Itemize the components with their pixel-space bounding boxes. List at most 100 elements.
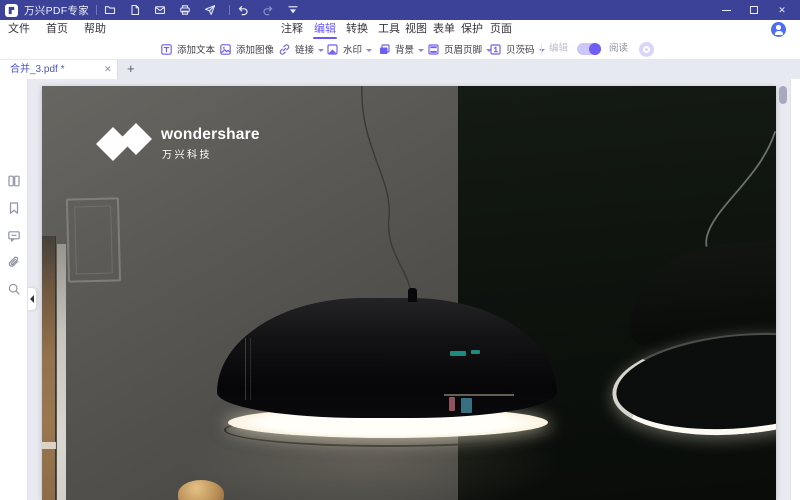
envelope-icon [154, 4, 166, 16]
search-icon [7, 282, 21, 296]
edit-toolbar: 添加文本 添加图像 链接 水印 背景 页眉页脚 贝茨码 编辑 阅读 [0, 39, 800, 60]
menubar: 文件 首页 帮助 注释 编辑 转换 工具 视图 表单 保护 页面 [0, 20, 800, 39]
lamp-pink-reflection [449, 397, 455, 411]
share-button[interactable] [197, 0, 222, 20]
background-icon [378, 43, 391, 56]
bates-numbering-button[interactable]: 贝茨码 [489, 39, 545, 59]
ribbon-tab-page[interactable]: 页面 [490, 20, 512, 39]
save-button[interactable] [122, 0, 147, 20]
watermark-icon [326, 43, 339, 56]
page-thumbnails-icon [7, 174, 21, 188]
link-label: 链接 [295, 42, 314, 56]
collapse-arrow-icon [30, 295, 34, 303]
lamp-window-reflection [245, 338, 251, 400]
maximize-icon [750, 6, 758, 14]
menu-file[interactable]: 文件 [8, 20, 30, 39]
folder-icon [104, 4, 116, 16]
right-panel-strip [790, 79, 800, 500]
link-button[interactable]: 链接 [278, 39, 324, 59]
ribbon-tab-convert[interactable]: 转换 [346, 20, 368, 39]
user-avatar[interactable] [771, 22, 786, 37]
toggle-knob [589, 43, 601, 55]
app-logo-icon [5, 4, 18, 17]
maximize-button[interactable] [740, 0, 768, 20]
undo-button[interactable] [230, 0, 255, 20]
document-icon [129, 4, 141, 16]
customize-toolbar-button[interactable] [280, 0, 305, 20]
toolbar-separator [541, 43, 542, 55]
email-button[interactable] [147, 0, 172, 20]
wondershare-logo-subtext: 万兴科技 [162, 146, 212, 161]
printer-icon [179, 4, 191, 16]
link-dropdown-caret[interactable] [318, 49, 324, 52]
sidebar-thumbnails-button[interactable] [7, 174, 21, 188]
lamp-blue-reflection [461, 398, 472, 413]
lamp-scene-reflection-line [444, 394, 514, 396]
sidebar-search-button[interactable] [7, 282, 21, 296]
ribbon-tab-form[interactable]: 表单 [433, 20, 455, 39]
app-title: 万兴PDF专家 [24, 3, 89, 18]
undo-icon [237, 4, 249, 16]
edit-read-mode-toggle[interactable] [577, 43, 601, 55]
lamp-teal-reflection [450, 351, 466, 356]
pdf-app-glyph [6, 5, 17, 16]
add-image-icon [219, 43, 232, 56]
mode-read-label: 阅读 [609, 39, 628, 59]
tab-close-icon[interactable]: ✕ [104, 60, 112, 79]
background-dropdown-caret[interactable] [418, 49, 424, 52]
close-icon: ✕ [778, 5, 786, 16]
bookmark-icon [7, 201, 21, 215]
add-image-button[interactable]: 添加图像 [219, 39, 274, 59]
print-button[interactable] [172, 0, 197, 20]
background-button[interactable]: 背景 [378, 39, 424, 59]
center-lamp-cord [362, 86, 412, 300]
redo-icon [262, 4, 274, 16]
watermark-label: 水印 [343, 42, 362, 56]
document-tabbar: 合并_3.pdf * ✕ + [0, 60, 800, 79]
add-text-button[interactable]: 添加文本 [160, 39, 215, 59]
redo-button[interactable] [255, 0, 280, 20]
sidebar-attachments-button[interactable] [7, 256, 21, 270]
comment-icon [7, 229, 21, 243]
wondershare-logo-text: wondershare [161, 126, 260, 144]
titlebar: 万兴PDF专家 ✕ [0, 0, 800, 20]
header-footer-label: 页眉页脚 [444, 42, 482, 56]
vertical-scrollbar-thumb[interactable] [779, 86, 787, 104]
add-text-icon [160, 43, 173, 56]
sidebar-collapse-handle[interactable] [28, 287, 37, 311]
lamp-teal-reflection-2 [471, 350, 480, 354]
assistant-target-icon[interactable] [639, 42, 654, 57]
menu-home[interactable]: 首页 [46, 20, 68, 39]
minimize-button[interactable] [712, 0, 740, 20]
sidebar-comments-button[interactable] [7, 229, 21, 243]
document-tab-title: 合并_3.pdf * [10, 60, 64, 79]
menu-down-icon [287, 4, 299, 16]
wondershare-logo-mark [94, 122, 154, 162]
ribbon-tab-view[interactable]: 视图 [405, 20, 427, 39]
background-label: 背景 [395, 42, 414, 56]
bates-numbering-label: 贝茨码 [506, 42, 535, 56]
header-footer-icon [427, 43, 440, 56]
watermark-button[interactable]: 水印 [326, 39, 372, 59]
photo-person-head [178, 480, 224, 500]
add-image-label: 添加图像 [236, 42, 274, 56]
new-tab-button[interactable]: + [127, 60, 135, 79]
center-lamp-stem [408, 288, 417, 302]
ribbon-tab-tools[interactable]: 工具 [378, 20, 400, 39]
open-file-button[interactable] [97, 0, 122, 20]
minimize-icon [722, 10, 731, 11]
header-footer-button[interactable]: 页眉页脚 [427, 39, 492, 59]
paperclip-icon [7, 256, 21, 270]
close-button[interactable]: ✕ [768, 0, 796, 20]
watermark-dropdown-caret[interactable] [366, 49, 372, 52]
avatar-person-icon [776, 25, 781, 30]
send-icon [204, 4, 216, 16]
left-sidebar [0, 79, 28, 500]
mode-edit-label: 编辑 [549, 39, 568, 59]
menu-help[interactable]: 帮助 [84, 20, 106, 39]
ribbon-tab-protect[interactable]: 保护 [461, 20, 483, 39]
ribbon-tab-comment[interactable]: 注释 [281, 20, 303, 39]
document-tab[interactable]: 合并_3.pdf * ✕ [0, 60, 118, 79]
pdf-page[interactable]: wondershare 万兴科技 [42, 86, 776, 500]
sidebar-bookmarks-button[interactable] [7, 201, 21, 215]
